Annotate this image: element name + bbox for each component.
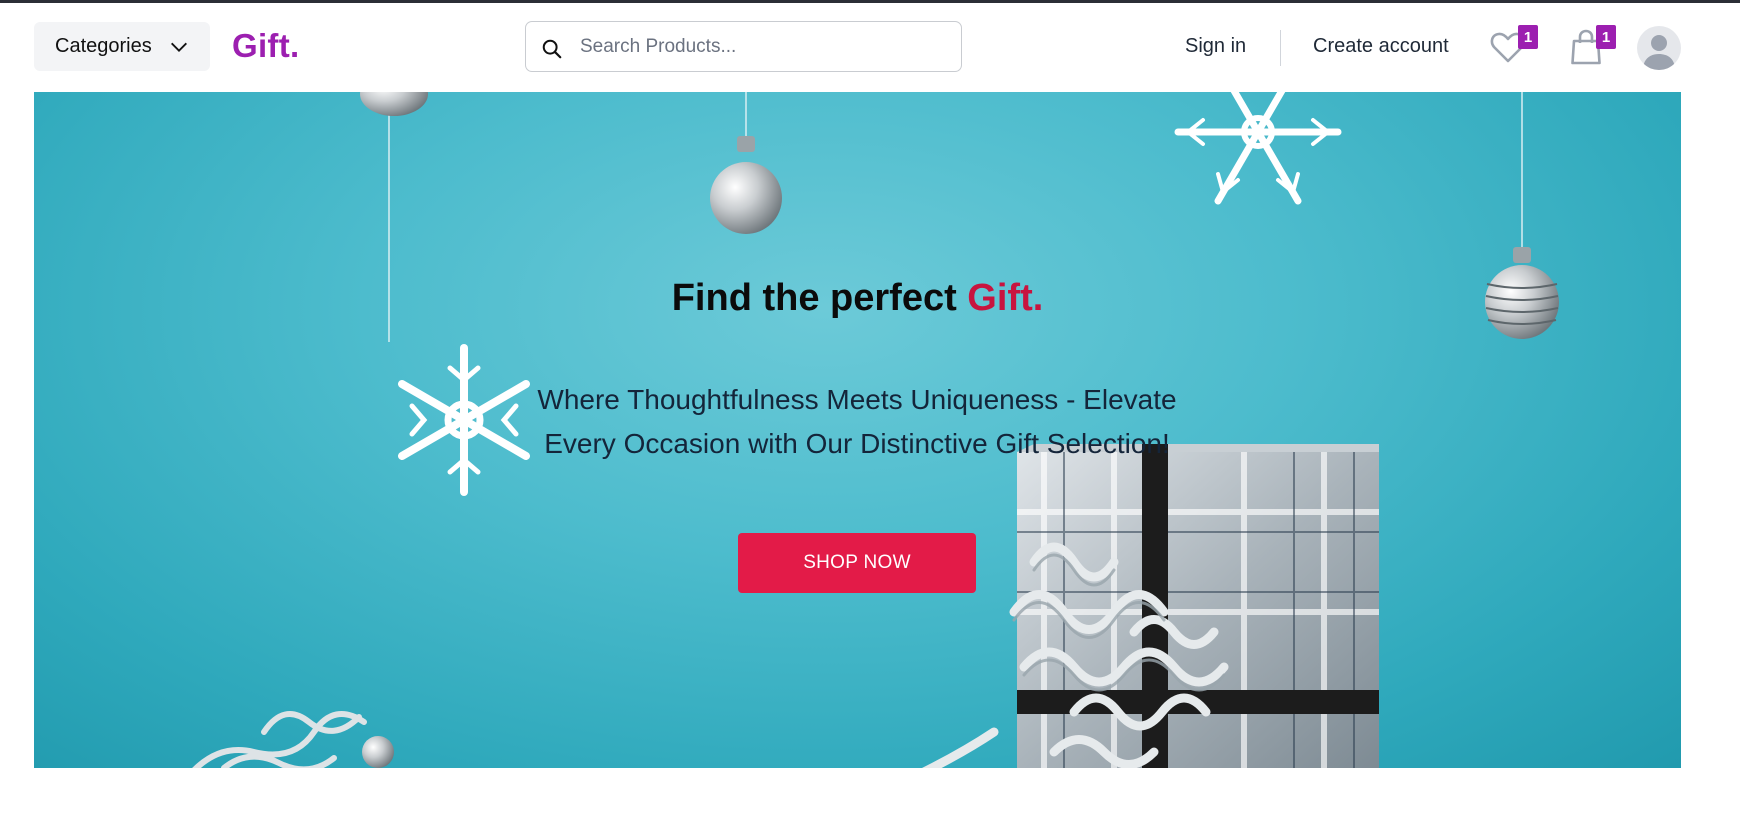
user-avatar[interactable] — [1637, 26, 1681, 70]
hero-subtitle: Where Thoughtfulness Meets Uniqueness - … — [537, 384, 1177, 459]
site-header: Categories Gift. Sign in Create account … — [0, 3, 1740, 91]
snowflake-decoration — [1174, 92, 1342, 205]
ornament-ball — [360, 92, 428, 116]
search-input[interactable] — [580, 28, 950, 65]
chevron-down-icon — [171, 42, 187, 52]
hero-title: Find the perfect Gift. — [34, 277, 1681, 320]
ornament-ball — [710, 162, 782, 234]
categories-label: Categories — [55, 35, 152, 57]
search-bar — [525, 21, 962, 72]
create-account-link[interactable]: Create account — [1313, 35, 1449, 58]
site-logo[interactable]: Gift. — [232, 27, 299, 65]
cart-button[interactable]: 1 — [1566, 25, 1616, 67]
wishlist-count-badge: 1 — [1518, 25, 1538, 49]
sign-in-link[interactable]: Sign in — [1185, 35, 1246, 58]
hero-title-accent: Gift. — [967, 277, 1044, 319]
user-avatar-icon — [1643, 35, 1675, 70]
cart-count-badge: 1 — [1596, 25, 1616, 49]
wishlist-button[interactable]: 1 — [1488, 25, 1538, 67]
curly-ribbon-decoration — [192, 711, 367, 768]
search-icon — [542, 39, 562, 59]
hero-banner: Find the perfect Gift. Where Thoughtfuln… — [34, 92, 1681, 768]
hero-title-prefix: Find the perfect — [671, 277, 968, 319]
nav-divider — [1280, 30, 1281, 66]
shop-now-button[interactable]: SHOP NOW — [738, 533, 976, 593]
categories-dropdown-button[interactable]: Categories — [34, 22, 210, 71]
gift-box-decoration — [1017, 444, 1379, 768]
